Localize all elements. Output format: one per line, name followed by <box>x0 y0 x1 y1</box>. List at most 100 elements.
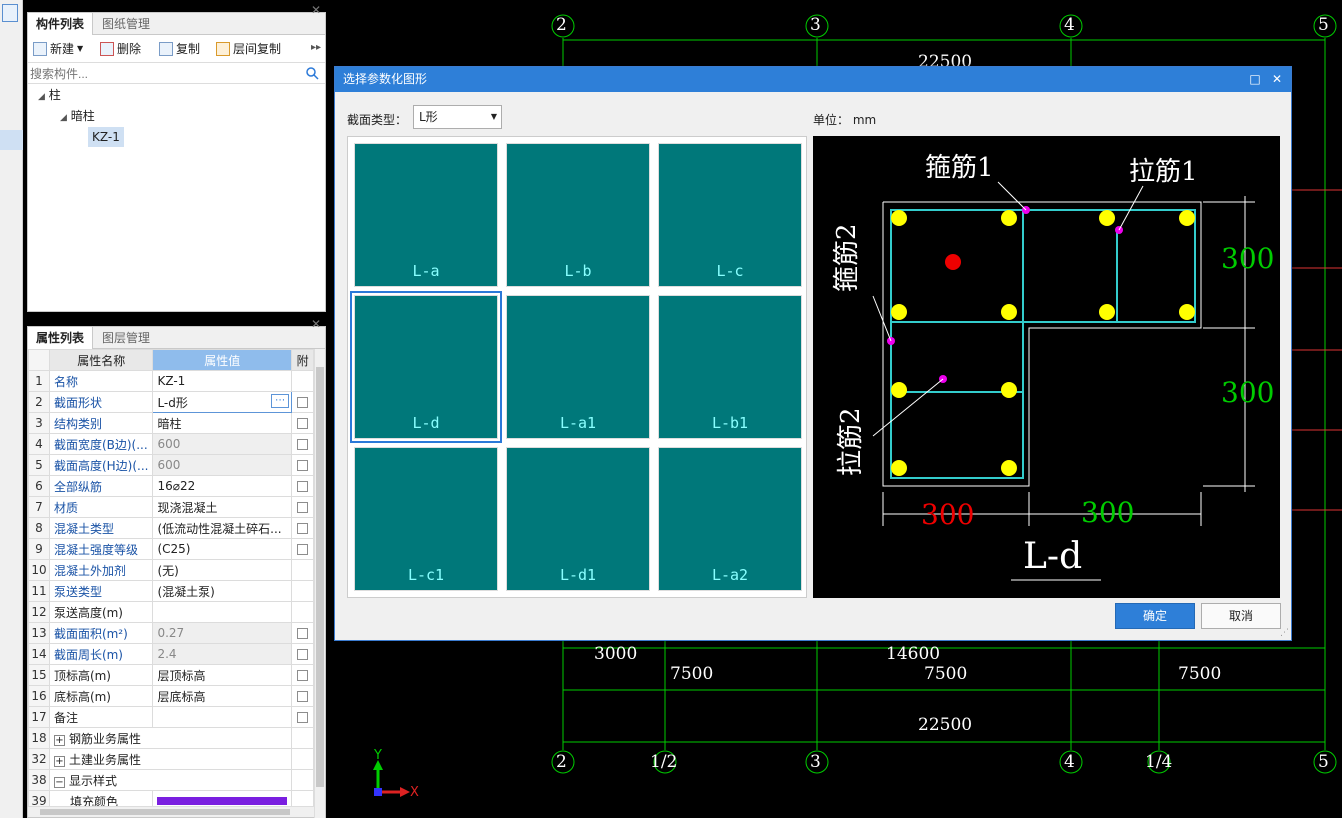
thumb-l-c[interactable]: L-c <box>658 143 802 287</box>
property-value[interactable]: 16⌀22 <box>152 475 293 497</box>
property-checkbox-cell[interactable] <box>291 664 314 686</box>
property-checkbox-cell[interactable] <box>291 643 314 665</box>
property-checkbox-cell[interactable] <box>291 391 314 413</box>
property-row[interactable]: 11 泵送类型 (混凝土泵) <box>28 580 314 602</box>
property-row[interactable]: 2 截面形状 L-d形 ⋯ <box>28 391 314 413</box>
floor-copy-button[interactable]: 层间复制 <box>216 37 281 61</box>
checkbox[interactable] <box>297 523 309 534</box>
search-input[interactable] <box>30 65 300 83</box>
thumb-l-a[interactable]: L-a <box>354 143 498 287</box>
checkbox[interactable] <box>297 502 309 513</box>
property-value[interactable]: L-d形 ⋯ <box>152 391 293 413</box>
checkbox[interactable] <box>297 649 309 660</box>
dialog-titlebar[interactable]: 选择参数化图形 <box>335 67 1291 92</box>
group-label[interactable]: − 显示样式 <box>48 769 293 791</box>
dock-selected-item[interactable] <box>0 130 23 150</box>
ok-button[interactable]: 确定 <box>1115 603 1195 629</box>
property-row[interactable]: 9 混凝土强度等级 (C25) <box>28 538 314 560</box>
checkbox[interactable] <box>297 691 309 702</box>
thumb-l-c1[interactable]: L-c1 <box>354 447 498 591</box>
property-row[interactable]: 6 全部纵筋 16⌀22 <box>28 475 314 497</box>
property-scrollbar[interactable] <box>314 349 325 818</box>
thumb-l-a2[interactable]: L-a2 <box>658 447 802 591</box>
property-value[interactable]: 2.4 <box>152 643 293 665</box>
section-type-select[interactable]: L形 ▼ <box>413 105 502 129</box>
expand-toggle-icon[interactable]: + <box>53 755 65 767</box>
property-row[interactable]: 12 泵送高度(m) <box>28 601 314 623</box>
document-icon[interactable] <box>2 4 18 22</box>
expand-toggle-icon[interactable]: − <box>53 776 65 788</box>
search-icon[interactable] <box>306 67 319 80</box>
property-value[interactable] <box>152 706 293 728</box>
checkbox[interactable] <box>297 439 309 450</box>
chevron-down-icon[interactable]: ▼ <box>491 106 497 128</box>
copy-button[interactable]: 复制 <box>159 37 200 61</box>
checkbox[interactable] <box>297 460 309 471</box>
group-label[interactable]: + 土建业务属性 <box>48 748 293 770</box>
property-value[interactable]: 现浇混凝土 <box>152 496 293 518</box>
checkbox[interactable] <box>297 397 309 408</box>
hscroll-thumb[interactable] <box>40 809 290 815</box>
property-checkbox-cell[interactable] <box>291 517 314 539</box>
property-row[interactable]: 7 材质 现浇混凝土 <box>28 496 314 518</box>
tree-node-column[interactable]: ◢ 柱 <box>38 85 61 105</box>
expand-triangle-icon[interactable]: ◢ <box>60 113 67 123</box>
property-value[interactable]: 层顶标高 <box>152 664 293 686</box>
thumb-l-d[interactable]: L-d <box>350 291 502 443</box>
property-value[interactable]: (低流动性混凝土碎石... <box>152 517 293 539</box>
property-checkbox-cell[interactable] <box>291 496 314 518</box>
property-row[interactable]: 17 备注 <box>28 706 314 728</box>
property-checkbox-cell[interactable] <box>291 706 314 728</box>
property-group-row[interactable]: 32 + 土建业务属性 <box>28 748 314 770</box>
property-group-row[interactable]: 38− 显示样式 <box>28 769 314 791</box>
resize-grip-icon[interactable]: ⋰ <box>1280 628 1289 638</box>
checkbox[interactable] <box>297 628 309 639</box>
horizontal-scrollbar[interactable] <box>28 806 314 817</box>
checkbox[interactable] <box>297 544 309 555</box>
checkbox[interactable] <box>297 670 309 681</box>
tab-drawing-management[interactable]: 图纸管理 <box>94 13 158 35</box>
property-value[interactable]: 0.27 <box>152 622 293 644</box>
property-checkbox-cell[interactable] <box>291 622 314 644</box>
property-row[interactable]: 3 结构类别 暗柱 <box>28 412 314 434</box>
checkbox[interactable] <box>297 712 309 723</box>
property-value[interactable]: 层底标高 <box>152 685 293 707</box>
property-checkbox-cell[interactable] <box>291 475 314 497</box>
property-value[interactable]: 600 <box>152 433 293 455</box>
property-checkbox-cell[interactable] <box>291 538 314 560</box>
cancel-button[interactable]: 取消 <box>1201 603 1281 629</box>
property-value[interactable]: 暗柱 <box>152 412 293 434</box>
thumb-l-a1[interactable]: L-a1 <box>506 295 650 439</box>
group-label[interactable]: + 钢筋业务属性 <box>48 727 293 749</box>
property-value[interactable]: (无) <box>152 559 293 581</box>
property-value[interactable]: (C25) <box>152 538 293 560</box>
close-icon[interactable]: ✕ <box>311 3 321 17</box>
checkbox[interactable] <box>297 418 309 429</box>
property-row[interactable]: 10 混凝土外加剂 (无) <box>28 559 314 581</box>
property-value[interactable]: KZ-1 <box>152 370 293 392</box>
property-row[interactable]: 5 截面高度(H边)(... 600 <box>28 454 314 476</box>
thumb-l-d1[interactable]: L-d1 <box>506 447 650 591</box>
property-value[interactable]: 600 <box>152 454 293 476</box>
property-value[interactable] <box>152 601 293 623</box>
thumb-l-b1[interactable]: L-b1 <box>658 295 802 439</box>
property-row[interactable]: 4 截面宽度(B边)(... 600 <box>28 433 314 455</box>
more-icon[interactable]: ▸▸ <box>311 42 321 53</box>
tree-node-hidden-column[interactable]: ◢ 暗柱 <box>60 106 95 126</box>
tab-layer-management[interactable]: 图层管理 <box>94 327 158 349</box>
expand-triangle-icon[interactable]: ◢ <box>38 92 45 102</box>
tab-component-list[interactable]: 构件列表 <box>28 13 94 35</box>
property-checkbox-cell[interactable] <box>291 433 314 455</box>
property-row[interactable]: 8 混凝土类型 (低流动性混凝土碎石... <box>28 517 314 539</box>
thumb-l-b[interactable]: L-b <box>506 143 650 287</box>
checkbox[interactable] <box>297 481 309 492</box>
property-row[interactable]: 15 顶标高(m) 层顶标高 <box>28 664 314 686</box>
expand-toggle-icon[interactable]: + <box>53 734 65 746</box>
close-icon[interactable]: ✕ <box>311 317 321 331</box>
property-checkbox-cell[interactable] <box>291 685 314 707</box>
scrollbar-thumb[interactable] <box>316 367 324 787</box>
close-icon[interactable]: ✕ <box>1267 67 1287 92</box>
delete-button[interactable]: 删除 <box>100 37 141 61</box>
property-checkbox-cell[interactable] <box>291 454 314 476</box>
property-row[interactable]: 13 截面面积(m²) 0.27 <box>28 622 314 644</box>
